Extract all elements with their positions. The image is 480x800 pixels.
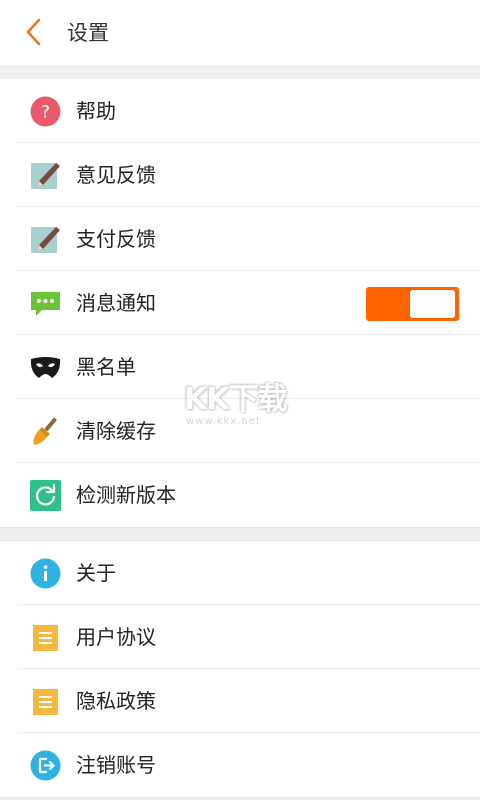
settings-item-feedback[interactable]: 意见反馈 <box>0 143 480 207</box>
settings-item-user-agreement[interactable]: 用户协议 <box>0 605 480 669</box>
settings-item-label: 消息通知 <box>76 291 156 315</box>
logout-icon <box>30 750 61 781</box>
settings-item-notifications: 消息通知 <box>0 271 480 335</box>
question-circle-icon: ? <box>30 96 61 127</box>
refresh-icon <box>30 480 61 511</box>
settings-item-label: 清除缓存 <box>76 419 156 443</box>
info-circle-icon <box>30 558 61 589</box>
settings-item-check-update[interactable]: 检测新版本 <box>0 463 480 527</box>
broom-icon <box>33 417 57 445</box>
settings-item-privacy-policy[interactable]: 隐私政策 <box>0 669 480 733</box>
watermark-logo: KK下载 <box>184 382 287 417</box>
settings-item-help[interactable]: ? 帮助 <box>0 79 480 143</box>
settings-item-label: 检测新版本 <box>76 483 176 507</box>
section-separator <box>0 527 480 541</box>
settings-item-label: 意见反馈 <box>76 163 156 187</box>
settings-item-pay-feedback[interactable]: 支付反馈 <box>0 207 480 271</box>
settings-item-label: 帮助 <box>76 99 116 123</box>
settings-item-label: 隐私政策 <box>76 689 156 713</box>
settings-item-label: 注销账号 <box>76 753 156 777</box>
settings-item-about[interactable]: 关于 <box>0 541 480 605</box>
document-icon <box>33 689 58 715</box>
pencil-note-icon <box>31 227 60 253</box>
svg-text:?: ? <box>41 103 50 123</box>
settings-item-logout[interactable]: 注销账号 <box>0 733 480 797</box>
pencil-note-icon <box>31 163 60 189</box>
section-separator <box>0 66 480 80</box>
settings-item-label: 支付反馈 <box>76 227 156 251</box>
settings-item-label: 关于 <box>76 561 116 585</box>
page-title: 设置 <box>67 21 109 45</box>
document-icon <box>33 625 58 651</box>
chat-bubble-icon <box>31 292 60 316</box>
settings-item-label: 用户协议 <box>76 625 156 649</box>
notification-toggle[interactable] <box>366 287 459 321</box>
watermark: KK下载 www.kkx.net <box>182 374 302 430</box>
toggle-knob <box>410 290 455 318</box>
chevron-left-icon[interactable] <box>18 15 50 49</box>
header-bar: 设置 <box>0 0 480 66</box>
watermark-url: www.kkx.net <box>186 416 261 427</box>
settings-item-label: 黑名单 <box>76 355 136 379</box>
mask-icon <box>30 357 61 378</box>
